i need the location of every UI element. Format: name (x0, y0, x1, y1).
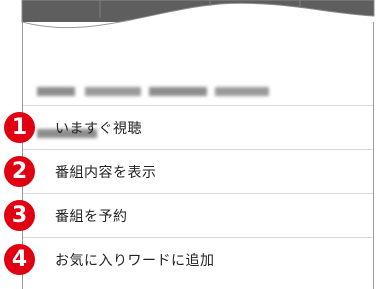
menu-item-show-details[interactable]: 番組内容を表示 (23, 149, 373, 193)
menu-item-label: 番組内容を表示 (55, 164, 157, 181)
menu-item-watch-now[interactable]: いますぐ視聴 (23, 105, 373, 149)
menu-item-reserve[interactable]: 番組を予約 (23, 193, 373, 237)
menu-item-label: いますぐ視聴 (55, 120, 142, 137)
context-menu-panel: いますぐ視聴 番組内容を表示 番組を予約 お気に入りワードに追加 (22, 20, 374, 289)
menu-item-label: お気に入りワードに追加 (55, 252, 215, 269)
action-menu: いますぐ視聴 番組内容を表示 番組を予約 お気に入りワードに追加 (23, 105, 373, 281)
panel-top-edge (22, 20, 133, 29)
menu-item-label: 番組を予約 (55, 208, 128, 225)
menu-item-add-favorite-word[interactable]: お気に入りワードに追加 (23, 237, 373, 281)
